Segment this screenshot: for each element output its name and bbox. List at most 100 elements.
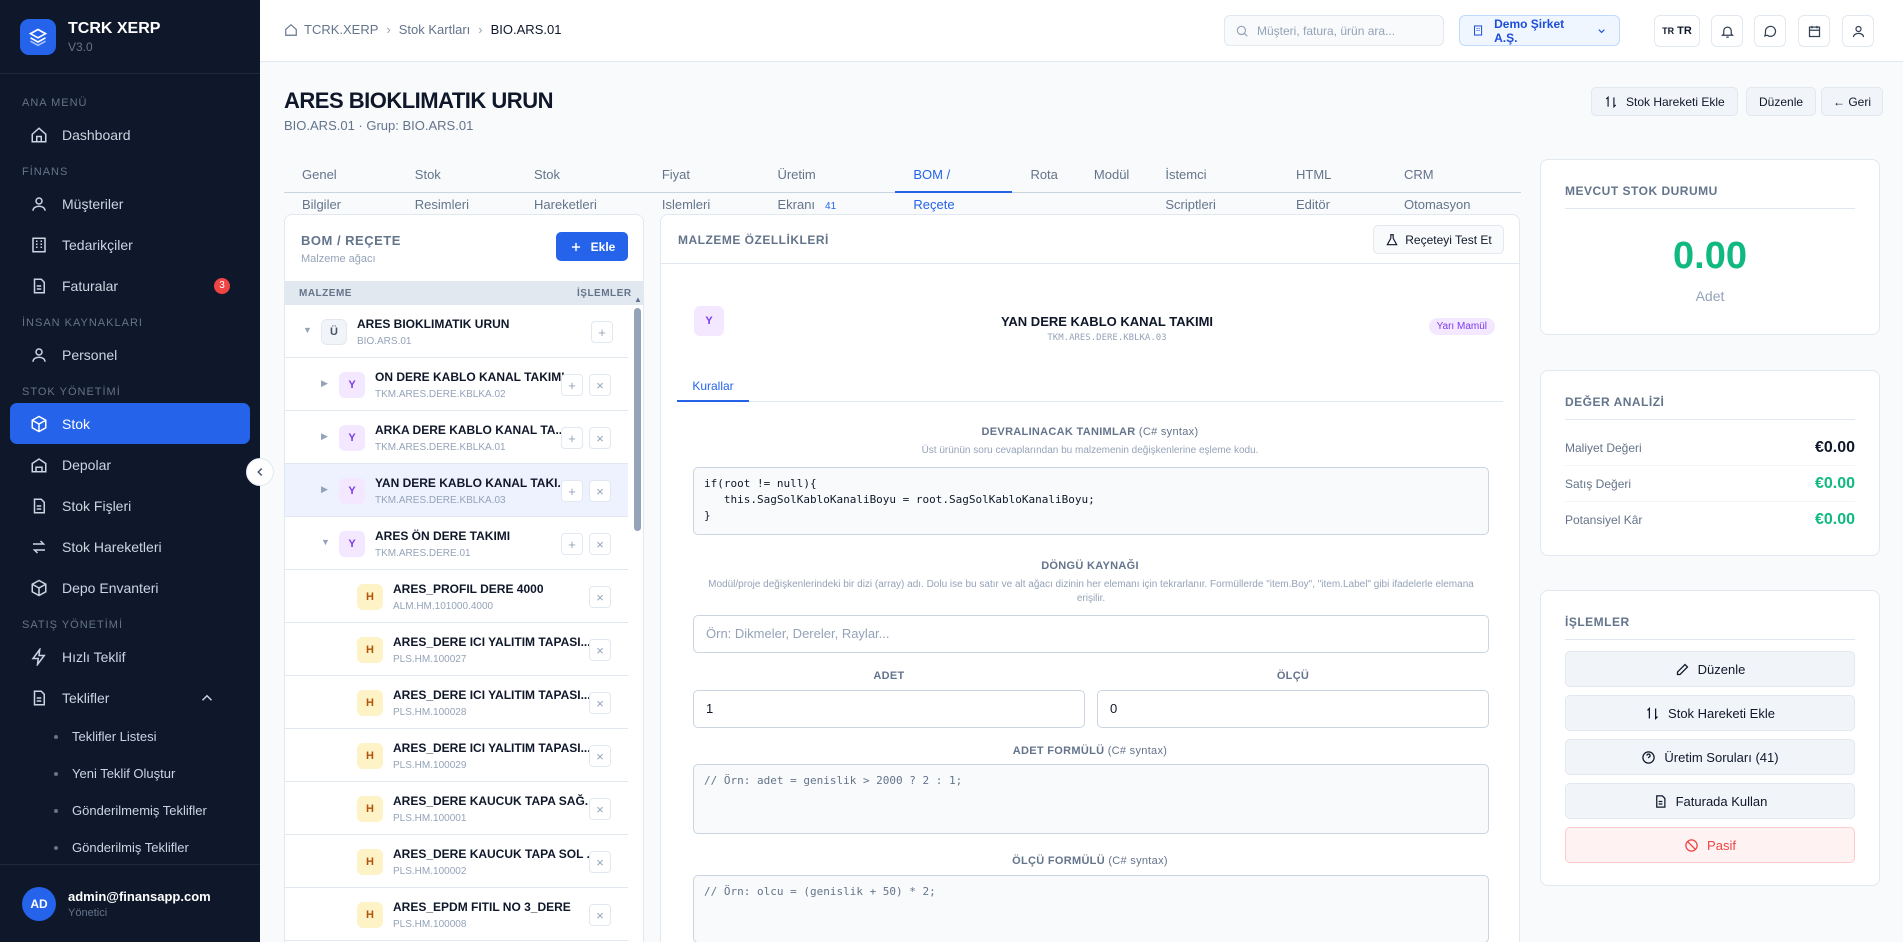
breadcrumb-item[interactable]: Stok Kartları: [399, 22, 471, 37]
measure-input[interactable]: 0: [1097, 690, 1489, 728]
scroll-up-arrow[interactable]: ▲: [634, 295, 642, 304]
caret-down-icon[interactable]: ▼: [303, 325, 312, 335]
bom-tree-row[interactable]: H ARES_DERE KAUCUK TAPA SAĞ... PLS.HM.1000…: [285, 782, 628, 835]
item-name: ARES_PROFIL DERE 4000: [393, 582, 544, 596]
notifications-button[interactable]: [1711, 15, 1743, 47]
add-child-button[interactable]: +: [561, 427, 583, 449]
caret-down-icon[interactable]: ▼: [321, 537, 330, 547]
bom-tree-row[interactable]: ▶ Y ON DERE KABLO KANAL TAKIMI TKM.ARES.DER…: [285, 358, 628, 411]
remove-button[interactable]: ×: [589, 798, 611, 820]
loop-source-input[interactable]: Örn: Dikmeler, Dereler, Raylar...: [693, 615, 1489, 653]
bom-tree-row[interactable]: ▶ Y ARKA DERE KABLO KANAL TA... TKM.ARES.DE…: [285, 411, 628, 464]
bom-tree-row[interactable]: H ARES_PROFIL DERE 4000 ALM.HM.101000.4000…: [285, 570, 628, 623]
remove-button[interactable]: ×: [589, 586, 611, 608]
deactivate-button[interactable]: Pasif: [1565, 827, 1855, 863]
tab-uretim-ekrani[interactable]: Üretim Ekranı 41: [759, 160, 895, 212]
sidebar-item-depo-envanteri[interactable]: Depo Envanteri: [10, 567, 250, 608]
edit-button[interactable]: Düzenle: [1746, 87, 1817, 116]
add-child-button[interactable]: +: [561, 533, 583, 555]
inherit-code-editor[interactable]: if(root != null){ this.SagSolKabloKanali…: [693, 467, 1489, 535]
divider: [661, 263, 1519, 264]
remove-button[interactable]: ×: [589, 639, 611, 661]
bom-tree-row[interactable]: ▼ Y ARES ÖN DERE TAKIMI TKM.ARES.DERE.01 + ×: [285, 517, 628, 570]
sidebar-item-stok-hareketleri[interactable]: Stok Hareketleri: [10, 526, 250, 567]
sidebar-item-musteriler[interactable]: Müşteriler: [10, 183, 250, 224]
adet-formula-editor[interactable]: // Örn: adet = genislik > 2000 ? 2 : 1;: [693, 764, 1489, 834]
remove-button[interactable]: ×: [589, 374, 611, 396]
olcu-formula-editor[interactable]: // Örn: olcu = (genislik + 50) * 2;: [693, 875, 1489, 942]
layers-icon: [20, 18, 56, 55]
bom-tree-row[interactable]: H ARES_EPDM FITIL NO 3_DERE PLS.HM.100008 ×: [285, 888, 628, 941]
tab-crm-otomasyon[interactable]: CRM Otomasyon: [1386, 160, 1521, 212]
add-bom-item-button[interactable]: Ekle: [556, 232, 628, 261]
sidebar-item-teklifler[interactable]: Teklifler: [10, 677, 250, 718]
tab-rota[interactable]: Rota: [1012, 160, 1075, 193]
caret-right-icon[interactable]: ▶: [321, 378, 328, 389]
language-selector[interactable]: TR TR: [1654, 15, 1700, 47]
remove-button[interactable]: ×: [589, 904, 611, 926]
add-child-button[interactable]: +: [561, 374, 583, 396]
sidebar-item-dashboard[interactable]: Dashboard: [10, 114, 250, 155]
brand[interactable]: TCRK XERP V3.0: [0, 0, 260, 74]
topbar: TCRK.XERP › Stok Kartları › BIO.ARS.01 M…: [260, 0, 1903, 62]
sidebar-item-faturalar[interactable]: Faturalar 3: [10, 265, 250, 306]
user-profile[interactable]: AD admin@finansapp.com Yönetici: [0, 864, 260, 942]
sidebar-item-tedarikciler[interactable]: Tedarikçiler: [10, 224, 250, 265]
back-button[interactable]: ← Geri: [1821, 87, 1884, 116]
remove-button[interactable]: ×: [589, 851, 611, 873]
profile-button[interactable]: [1842, 15, 1874, 47]
test-recipe-button[interactable]: Reçeteyi Test Et: [1373, 225, 1504, 254]
tab-html-editor[interactable]: HTML Editör: [1278, 160, 1386, 212]
add-child-button[interactable]: +: [561, 480, 583, 502]
breadcrumb-item[interactable]: TCRK.XERP: [304, 22, 378, 37]
bom-tree-row[interactable]: H ARES_DERE ICI YALITIM TAPASI... PLS.HM.1…: [285, 623, 628, 676]
sidebar-item-hizli-teklif[interactable]: Hızlı Teklif: [10, 636, 250, 677]
sidebar-item-personel[interactable]: Personel: [10, 334, 250, 375]
calendar-button[interactable]: [1798, 15, 1830, 47]
quantity-input[interactable]: 1: [693, 690, 1085, 728]
sidebar-item-stok[interactable]: Stok: [10, 403, 250, 444]
remove-button[interactable]: ×: [589, 533, 611, 555]
sidebar-item-depolar[interactable]: Depolar: [10, 444, 250, 485]
inherit-label: DEVRALINACAK TANIMLAR (C# syntax): [677, 426, 1503, 438]
arrows-updown-icon: [1647, 706, 1658, 720]
tab-kurallar[interactable]: Kurallar: [677, 370, 749, 402]
tab-stok-hareketleri[interactable]: Stok Hareketleri: [516, 160, 644, 212]
caret-right-icon[interactable]: ▶: [321, 484, 328, 495]
tab-modul[interactable]: Modül: [1076, 160, 1147, 193]
company-selector[interactable]: Demo Şirket A.Ş.: [1459, 15, 1620, 46]
sidebar-subitem-yeni-teklif[interactable]: Yeni Teklif Oluştur: [10, 755, 250, 792]
remove-button[interactable]: ×: [589, 480, 611, 502]
add-stock-movement-button[interactable]: Stok Hareketi Ekle: [1591, 87, 1738, 116]
scrollbar[interactable]: [634, 308, 641, 531]
caret-right-icon[interactable]: ▶: [321, 431, 328, 442]
search-input[interactable]: Müşteri, fatura, ürün ara...: [1224, 15, 1444, 46]
tab-bom-recete[interactable]: BOM / Reçete: [895, 160, 1013, 212]
tab-istemci-scriptleri[interactable]: İstemci Scriptleri: [1147, 160, 1278, 212]
remove-button[interactable]: ×: [589, 692, 611, 714]
tab-genel-bilgiler[interactable]: Genel Bilgiler: [284, 160, 397, 212]
sidebar-subitem-gonderilmis[interactable]: Gönderilmiş Teklifler: [10, 829, 250, 864]
sidebar-subitem-teklifler-listesi[interactable]: Teklifler Listesi: [10, 718, 250, 755]
bom-tree-row[interactable]: ▼ Ü ARES BIOKLIMATIK URUN BIO.ARS.01 +: [285, 305, 628, 358]
edit-button[interactable]: Düzenle: [1565, 651, 1855, 687]
tabs: Genel Bilgiler Stok Resimleri Stok Harek…: [284, 160, 1521, 212]
tab-stok-resimleri[interactable]: Stok Resimleri: [397, 160, 516, 212]
add-stock-movement-button[interactable]: Stok Hareketi Ekle: [1565, 695, 1855, 731]
use-in-invoice-button[interactable]: Faturada Kullan: [1565, 783, 1855, 819]
sidebar-item-stok-fisleri[interactable]: Stok Fişleri: [10, 485, 250, 526]
bom-tree-row[interactable]: H ARES_DERE ICI YALITIM TAPASI... PLS.HM.1…: [285, 676, 628, 729]
messages-button[interactable]: [1754, 15, 1786, 47]
remove-button[interactable]: ×: [589, 745, 611, 767]
sidebar-subitem-gonderilmemis[interactable]: Gönderilmemiş Teklifler: [10, 792, 250, 829]
tab-fiyat-islemleri[interactable]: Fiyat Islemleri: [644, 160, 760, 212]
bom-tree-row[interactable]: H ARES_DERE ICI YALITIM TAPASI... PLS.HM.1…: [285, 729, 628, 782]
add-child-button[interactable]: +: [591, 321, 613, 343]
production-questions-button[interactable]: Üretim Soruları (41): [1565, 739, 1855, 775]
collapse-sidebar-button[interactable]: [246, 458, 274, 486]
sidebar-item-label: Stok: [62, 415, 91, 432]
remove-button[interactable]: ×: [589, 427, 611, 449]
bom-tree-row[interactable]: H ARES_DERE KAUCUK TAPA SOL ... PLS.HM.100…: [285, 835, 628, 888]
bom-tree-row[interactable]: ▶ Y YAN DERE KABLO KANAL TAKI... TKM.ARES.D…: [285, 464, 628, 517]
sidebar-item-label: Stok Hareketleri: [62, 538, 162, 555]
